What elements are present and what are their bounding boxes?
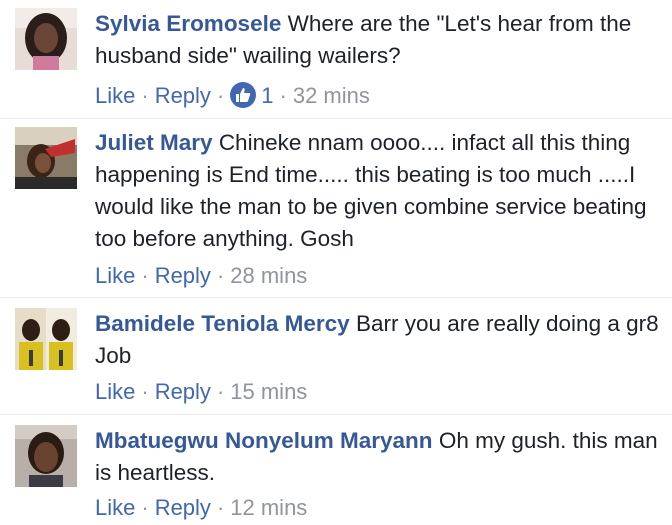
comment-body: Sylvia Eromosele Where are the "Let's he… bbox=[95, 8, 660, 72]
thumbs-up-icon bbox=[230, 82, 257, 108]
like-link[interactable]: Like bbox=[95, 495, 135, 520]
avatar[interactable] bbox=[15, 308, 77, 370]
comment-timestamp[interactable]: 15 mins bbox=[230, 379, 307, 404]
avatar[interactable] bbox=[15, 425, 77, 487]
separator-dot: · bbox=[216, 379, 225, 404]
separator-dot: · bbox=[141, 83, 149, 108]
reply-link[interactable]: Reply bbox=[155, 83, 211, 108]
like-count[interactable]: 1 bbox=[230, 80, 274, 112]
comment-item: Bamidele Teniola Mercy Barr you are real… bbox=[0, 298, 672, 414]
avatar[interactable] bbox=[15, 8, 77, 70]
comment-body: Mbatuegwu Nonyelum Maryann Oh my gush. t… bbox=[95, 425, 660, 489]
comment-timestamp[interactable]: 28 mins bbox=[230, 263, 307, 288]
reply-link[interactable]: Reply bbox=[155, 495, 211, 520]
comment-body: Juliet Mary Chineke nnam oooo.... infact… bbox=[95, 127, 660, 255]
separator-dot: · bbox=[141, 263, 149, 288]
comment-timestamp[interactable]: 32 mins bbox=[293, 83, 370, 108]
comment-author-link[interactable]: Mbatuegwu Nonyelum Maryann bbox=[95, 428, 433, 453]
separator-dot: · bbox=[216, 83, 225, 108]
comment-timestamp[interactable]: 12 mins bbox=[230, 495, 307, 520]
comment-item: Mbatuegwu Nonyelum Maryann Oh my gush. t… bbox=[0, 415, 672, 525]
separator-dot: · bbox=[141, 379, 149, 404]
reply-link[interactable]: Reply bbox=[155, 379, 211, 404]
reply-link[interactable]: Reply bbox=[155, 263, 211, 288]
comment-author-link[interactable]: Juliet Mary bbox=[95, 130, 213, 155]
like-link[interactable]: Like bbox=[95, 379, 135, 404]
separator-dot: · bbox=[216, 263, 225, 288]
comment-item: Sylvia Eromosele Where are the "Let's he… bbox=[0, 0, 672, 118]
separator-dot: · bbox=[279, 83, 287, 108]
comment-author-link[interactable]: Sylvia Eromosele bbox=[95, 11, 281, 36]
avatar[interactable] bbox=[15, 127, 77, 189]
comment-author-link[interactable]: Bamidele Teniola Mercy bbox=[95, 311, 350, 336]
comment-actions: Like · Reply · 15 mins bbox=[95, 376, 307, 408]
separator-dot: · bbox=[216, 495, 225, 520]
like-link[interactable]: Like bbox=[95, 263, 135, 288]
comment-item: Juliet Mary Chineke nnam oooo.... infact… bbox=[0, 119, 672, 297]
comment-body: Bamidele Teniola Mercy Barr you are real… bbox=[95, 308, 660, 372]
like-link[interactable]: Like bbox=[95, 83, 135, 108]
like-count-number: 1 bbox=[261, 83, 274, 108]
comment-actions: Like · Reply · 12 mins bbox=[95, 492, 307, 524]
comment-actions: Like · Reply · 1 · 32 mins bbox=[95, 80, 370, 112]
comment-actions: Like · Reply · 28 mins bbox=[95, 260, 307, 292]
separator-dot: · bbox=[141, 495, 149, 520]
